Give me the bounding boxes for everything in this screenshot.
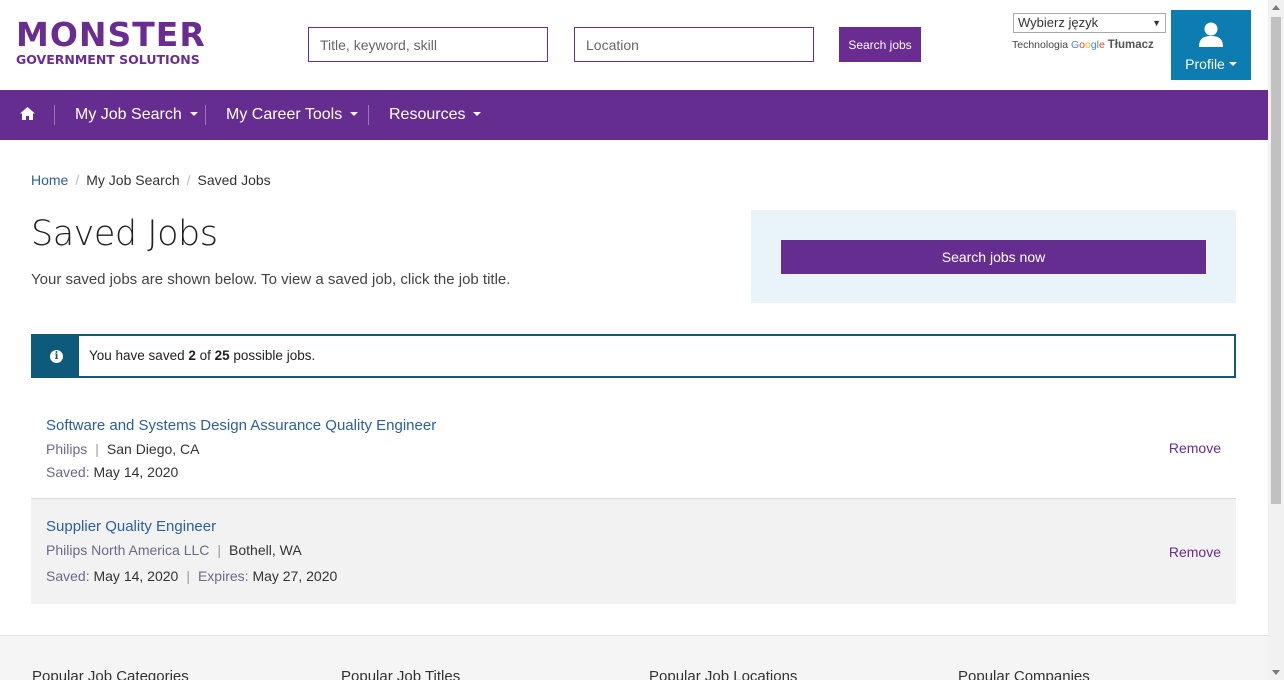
chevron-down-icon: [189, 111, 198, 116]
breadcrumb-my-job-search[interactable]: My Job Search: [86, 172, 179, 188]
language-select-value: Wybierz język: [1018, 15, 1099, 30]
scroll-down-arrow-icon[interactable]: [1272, 670, 1280, 675]
chevron-down-icon: [473, 111, 482, 116]
site-header: MONSTER GOVERNMENT SOLUTIONS Search jobs…: [0, 0, 1268, 90]
monster-logo[interactable]: MONSTER GOVERNMENT SOLUTIONS: [16, 18, 206, 68]
saved-job-item: Software and Systems Design Assurance Qu…: [31, 400, 1236, 498]
user-icon: [1199, 22, 1223, 47]
search-cta-panel: Search jobs now: [751, 210, 1236, 303]
job-company: Philips North America LLC: [46, 542, 210, 558]
job-title-link[interactable]: Software and Systems Design Assurance Qu…: [46, 417, 436, 434]
nav-divider: [205, 105, 206, 125]
nav-home[interactable]: [20, 90, 35, 140]
logo-subtitle: GOVERNMENT SOLUTIONS: [16, 52, 200, 67]
saved-job-item: Supplier Quality Engineer Philips North …: [31, 499, 1236, 604]
main-nav: My Job Search My Career Tools Resources: [0, 90, 1268, 140]
job-company-location: Philips | San Diego, CA: [46, 441, 200, 457]
remove-job-button[interactable]: Remove: [1169, 544, 1221, 560]
job-saved-date: May 14, 2020: [93, 568, 179, 584]
job-location: Bothell, WA: [229, 542, 302, 558]
nav-divider: [368, 105, 369, 125]
job-dates: Saved: May 14, 2020 | Expires: May 27, 202…: [46, 568, 338, 584]
language-select[interactable]: Wybierz język ▼: [1013, 13, 1166, 33]
job-location: San Diego, CA: [106, 441, 200, 457]
footer-heading-companies: Popular Companies: [958, 668, 1090, 680]
google-translate-attribution: Technologia Google Tłumacz: [1012, 39, 1154, 51]
page-scrollbar[interactable]: [1268, 0, 1284, 680]
profile-menu-button[interactable]: Profile: [1171, 10, 1251, 80]
powered-prefix: Technologia: [1012, 39, 1069, 51]
page-intro: Your saved jobs are shown below. To view…: [31, 271, 511, 288]
info-icon: i: [50, 350, 63, 363]
chevron-down-icon: [350, 111, 359, 116]
footer-heading-categories: Popular Job Categories: [32, 668, 189, 680]
job-dates: Saved: May 14, 2020: [46, 464, 179, 480]
search-jobs-button[interactable]: Search jobs: [839, 27, 921, 62]
profile-label: Profile: [1171, 56, 1251, 72]
job-saved-date: May 14, 2020: [93, 464, 179, 480]
job-title-link[interactable]: Supplier Quality Engineer: [46, 518, 216, 535]
home-icon: [20, 106, 35, 120]
logo-wordmark: MONSTER: [16, 15, 206, 54]
nav-resources[interactable]: Resources: [389, 90, 482, 140]
search-jobs-now-button[interactable]: Search jobs now: [781, 240, 1206, 274]
breadcrumb: Home / My Job Search / Saved Jobs: [31, 172, 271, 188]
dropdown-arrow-icon: ▼: [1152, 18, 1161, 28]
alert-message: You have saved 2 of 25 possible jobs.: [89, 348, 316, 363]
job-company: Philips: [46, 441, 88, 457]
scroll-thumb[interactable]: [1271, 17, 1281, 504]
keyword-search-input[interactable]: [308, 27, 548, 62]
breadcrumb-saved-jobs: Saved Jobs: [197, 172, 271, 188]
google-logo[interactable]: Google: [1071, 39, 1105, 51]
nav-my-career-tools[interactable]: My Career Tools: [226, 90, 359, 140]
remove-job-button[interactable]: Remove: [1169, 440, 1221, 456]
site-footer: Popular Job Categories Popular Job Title…: [0, 635, 1268, 680]
footer-heading-titles: Popular Job Titles: [341, 668, 461, 680]
translate-link[interactable]: Tłumacz: [1108, 39, 1154, 51]
scroll-up-arrow-icon[interactable]: [1272, 5, 1280, 10]
breadcrumb-home[interactable]: Home: [31, 172, 68, 188]
location-search-input[interactable]: [574, 27, 814, 62]
job-expires-date: May 27, 2020: [252, 568, 338, 584]
nav-my-job-search[interactable]: My Job Search: [75, 90, 198, 140]
nav-divider: [54, 105, 55, 125]
job-company-location: Philips North America LLC | Bothell, WA: [46, 542, 302, 558]
footer-heading-locations: Popular Job Locations: [649, 668, 798, 680]
page-title: Saved Jobs: [31, 214, 218, 254]
saved-jobs-alert: i You have saved 2 of 25 possible jobs.: [31, 334, 1236, 378]
